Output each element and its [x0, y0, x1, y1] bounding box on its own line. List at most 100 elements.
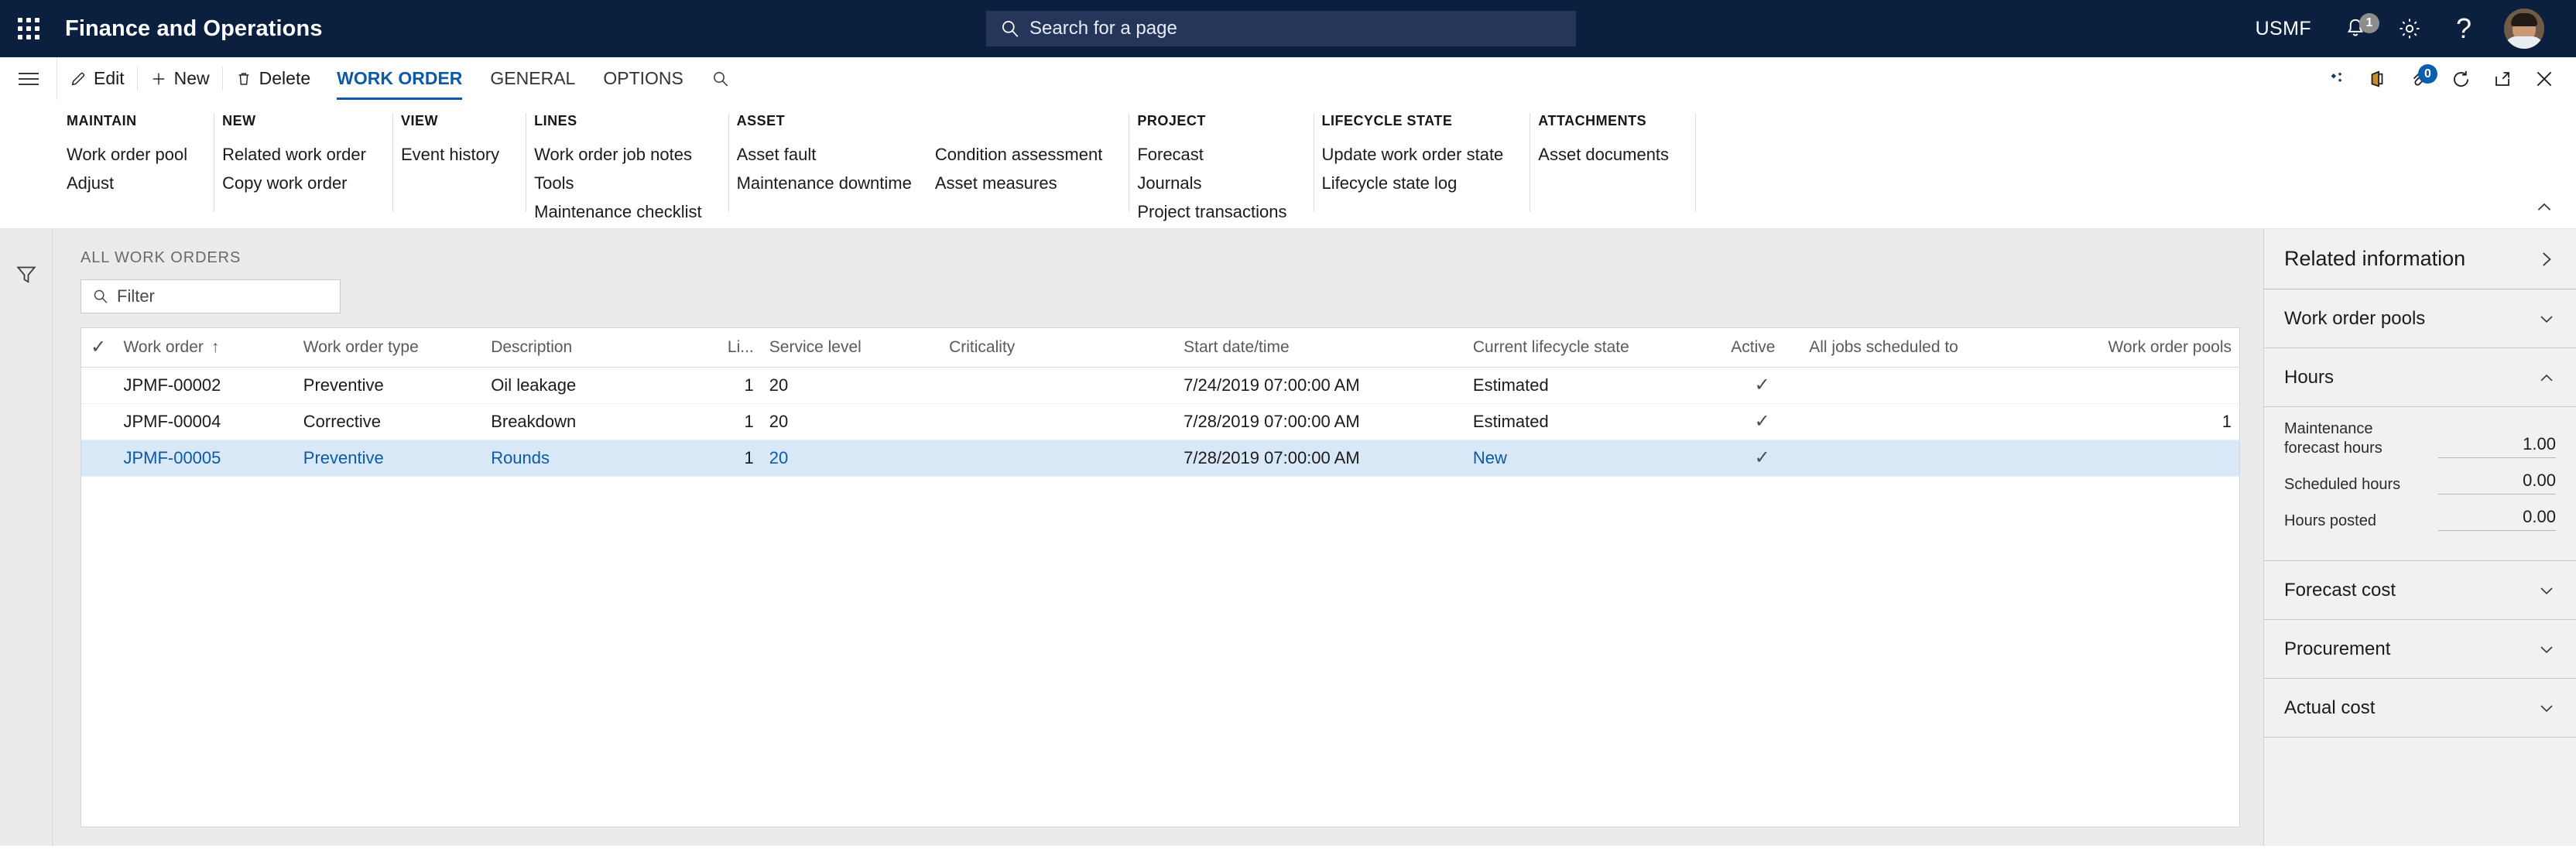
table-row[interactable]: JPMF-00002 Preventive Oil leakage 1 20 7/24/2… [81, 367, 2239, 404]
delete-button[interactable]: Delete [223, 57, 323, 100]
cell-service-level: 20 [761, 440, 942, 477]
cell-type: Preventive [295, 367, 484, 404]
column-header-label: Description [491, 337, 573, 356]
table-row[interactable]: JPMF-00004 Corrective Breakdown 1 20 7/28/201… [81, 403, 2239, 440]
tab-work-order[interactable]: WORK ORDER [323, 57, 476, 100]
column-header-criticality[interactable]: Criticality [941, 328, 1177, 368]
ribbon-item-maintenance-downtime[interactable]: Maintenance downtime [729, 169, 921, 197]
cell-active: ✓ [1723, 440, 1802, 477]
column-header-service-level[interactable]: Service level [761, 328, 942, 368]
help-button[interactable]: ? [2437, 0, 2491, 57]
column-header-active[interactable]: Active [1723, 328, 1802, 368]
ribbon-item-project-transactions[interactable]: Project transactions [1129, 197, 1296, 226]
filter-input-wrapper[interactable]: Filter [80, 279, 341, 313]
ribbon-item-journals[interactable]: Journals [1129, 169, 1296, 197]
global-search-input[interactable]: Search for a page [1029, 18, 1177, 39]
ribbon-item-event-history[interactable]: Event history [393, 140, 509, 169]
ribbon-item-copy-work-order[interactable]: Copy work order [214, 169, 375, 197]
open-in-new-window-icon [2492, 69, 2513, 89]
field-value-wrapper[interactable]: 0.00 [2438, 471, 2556, 495]
tab-general-label: GENERAL [490, 68, 576, 88]
ribbon-group-title: VIEW [400, 113, 438, 128]
column-header-all-jobs-scheduled-to[interactable]: All jobs scheduled to [1801, 328, 2060, 368]
column-header-work-order[interactable]: Work order ↑ [115, 328, 296, 368]
related-information-title: Related information [2284, 247, 2466, 270]
field-hours-posted: Hours posted 0.00 [2284, 507, 2556, 531]
ribbon-item-asset-documents[interactable]: Asset documents [1530, 140, 1678, 169]
company-selector[interactable]: USMF [2239, 0, 2328, 57]
navigation-menu-button[interactable] [0, 57, 57, 100]
row-select-checkbox[interactable] [81, 367, 116, 404]
row-select-checkbox[interactable] [81, 440, 116, 477]
funnel-icon[interactable] [15, 263, 38, 286]
action-pane-search-button[interactable] [697, 57, 744, 100]
select-all-checkbox[interactable]: ✓ [81, 328, 116, 368]
column-header-li[interactable]: Li... [710, 328, 762, 368]
column-header-current-lifecycle-state[interactable]: Current lifecycle state [1464, 328, 1724, 368]
top-nav-right-cluster: USMF 1 ? [2239, 0, 2576, 57]
row-select-checkbox[interactable] [81, 403, 116, 440]
ribbon-item-tools[interactable]: Tools [526, 169, 711, 197]
field-value-wrapper[interactable]: 0.00 [2438, 507, 2556, 531]
global-search-box[interactable]: Search for a page [986, 11, 1576, 46]
ribbon-item-update-work-order-state[interactable]: Update work order state [1314, 140, 1513, 169]
ribbon-item-asset-measures[interactable]: Asset measures [927, 169, 1112, 197]
refresh-button[interactable] [2440, 57, 2482, 101]
ribbon-item-asset-fault[interactable]: Asset fault [729, 140, 921, 169]
related-information-header[interactable]: Related information [2264, 229, 2576, 289]
cell-work-order[interactable]: JPMF-00005 [115, 440, 296, 477]
app-launcher-button[interactable] [0, 0, 57, 57]
panel-section-procurement[interactable]: Procurement [2264, 620, 2576, 679]
ribbon-column: Update work order state Lifecycle state l… [1314, 140, 1513, 197]
column-header-work-order-type[interactable]: Work order type [295, 328, 484, 368]
ribbon-item-maintenance-checklist[interactable]: Maintenance checklist [526, 197, 711, 226]
tab-options[interactable]: OPTIONS [589, 57, 697, 100]
settings-button[interactable] [2382, 0, 2437, 57]
ribbon-item-lifecycle-state-log[interactable]: Lifecycle state log [1314, 169, 1513, 197]
attachments-button[interactable]: 0 [2398, 57, 2440, 101]
new-button[interactable]: New [138, 57, 222, 100]
grid-area: ALL WORK ORDERS Filter ✓ Work order ↑ Work … [53, 229, 2263, 846]
cell-work-order[interactable]: JPMF-00002 [115, 367, 296, 404]
ribbon-item-forecast[interactable]: Forecast [1129, 140, 1296, 169]
ribbon-group-attachments: ATTACHMENTS Asset documents [1530, 113, 1697, 212]
cell-lines: 1 [710, 403, 762, 440]
cell-value: New [1472, 447, 1507, 467]
field-maintenance-forecast-hours: Maintenance forecast hours 1.00 [2284, 419, 2556, 458]
cell-work-order-pools [2059, 440, 2239, 477]
ribbon-item-work-order-job-notes[interactable]: Work order job notes [526, 140, 711, 169]
field-value-wrapper[interactable]: 1.00 [2438, 434, 2556, 458]
cell-value: JPMF-00002 [123, 375, 221, 395]
column-header-work-order-pools[interactable]: Work order pools [2059, 328, 2239, 368]
filter-input[interactable]: Filter [117, 286, 155, 306]
ribbon-column: Work order job notes Tools Maintenance che… [526, 140, 711, 226]
user-profile-button[interactable] [2491, 0, 2557, 57]
ribbon-item-related-work-order[interactable]: Related work order [214, 140, 375, 169]
ribbon-group-title: PROJECT [1137, 113, 1206, 128]
open-in-office-button[interactable] [2356, 57, 2398, 101]
column-header-start-date-time[interactable]: Start date/time [1176, 328, 1465, 368]
notifications-button[interactable]: 1 [2328, 0, 2382, 57]
table-row[interactable]: JPMF-00005 Preventive Rounds 1 20 7/28/2019 0… [81, 440, 2239, 477]
panel-section-actual-cost[interactable]: Actual cost [2264, 679, 2576, 738]
cell-start-datetime: 7/24/2019 07:00:00 AM [1176, 367, 1465, 404]
panel-section-hours[interactable]: Hours [2264, 348, 2576, 407]
ribbon-item-adjust[interactable]: Adjust [59, 169, 197, 197]
ribbon-item-work-order-pool[interactable]: Work order pool [59, 140, 197, 169]
ribbon-group-lifecycle-state: LIFECYCLE STATE Update work order state Li… [1314, 113, 1531, 212]
panel-section-forecast-cost[interactable]: Forecast cost [2264, 561, 2576, 620]
personalize-button[interactable] [2314, 57, 2356, 101]
close-button[interactable] [2523, 57, 2565, 101]
ribbon-item-condition-assessment[interactable]: Condition assessment [927, 140, 1112, 169]
cell-value: 7/24/2019 07:00:00 AM [1184, 375, 1360, 395]
panel-section-work-order-pools[interactable]: Work order pools [2264, 289, 2576, 348]
cell-work-order[interactable]: JPMF-00004 [115, 403, 296, 440]
field-label: Scheduled hours [2284, 476, 2401, 493]
tab-general[interactable]: GENERAL [476, 57, 589, 100]
ribbon-column: Condition assessment Asset measures [927, 140, 1112, 197]
column-header-description[interactable]: Description [483, 328, 711, 368]
cell-type: Preventive [295, 440, 484, 477]
edit-button[interactable]: Edit [57, 57, 137, 100]
ribbon-collapse-button[interactable] [2530, 193, 2559, 222]
open-in-new-window-button[interactable] [2482, 57, 2523, 101]
